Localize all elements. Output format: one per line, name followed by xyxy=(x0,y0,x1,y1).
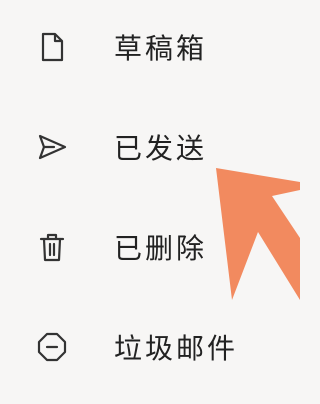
folder-label-drafts: 草稿箱 xyxy=(114,32,208,65)
minus-circle-icon xyxy=(36,331,68,363)
trash-icon xyxy=(36,231,68,263)
folder-item-deleted[interactable]: 已删除 xyxy=(0,212,300,282)
folder-label-deleted: 已删除 xyxy=(114,232,208,265)
folder-label-spam: 垃圾邮件 xyxy=(114,332,239,365)
folder-item-spam[interactable]: 垃圾邮件 xyxy=(0,312,300,382)
folder-label-sent: 已发送 xyxy=(114,132,208,165)
send-icon xyxy=(36,131,68,163)
folder-item-drafts[interactable]: 草稿箱 xyxy=(0,12,300,82)
mail-folder-menu: 草稿箱 已发送 已删除 垃圾邮件 xyxy=(0,0,300,404)
folder-item-sent[interactable]: 已发送 xyxy=(0,112,300,182)
document-icon xyxy=(36,31,68,63)
